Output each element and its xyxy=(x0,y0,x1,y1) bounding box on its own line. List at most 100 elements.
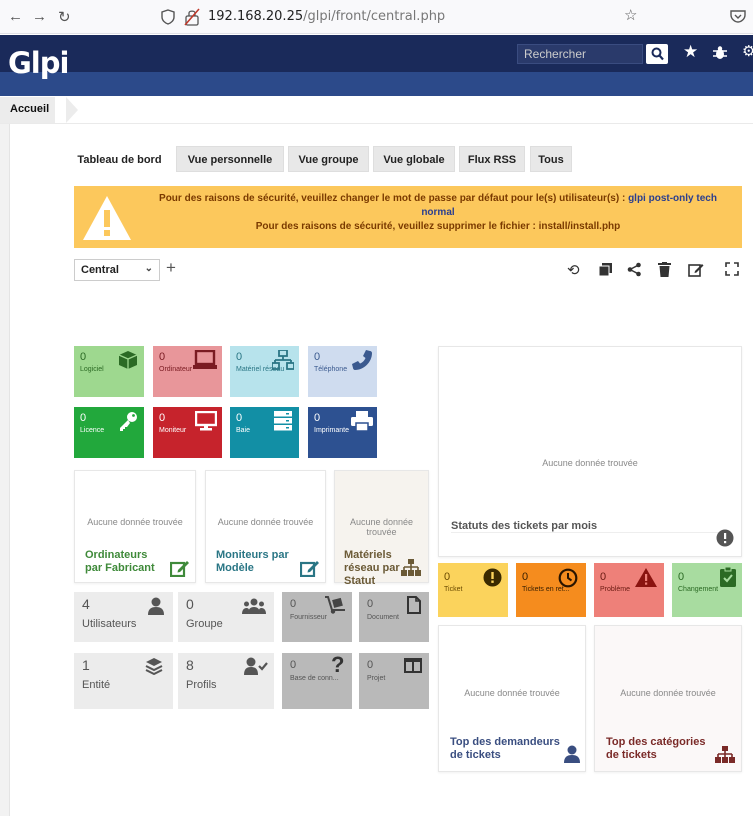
clone-icon[interactable] xyxy=(598,262,613,277)
pocket-icon[interactable] xyxy=(730,9,746,23)
card-value: 0 xyxy=(600,571,607,583)
card-label: Ticket xyxy=(444,586,463,593)
card-moniteur[interactable]: 0 Moniteur xyxy=(153,407,222,458)
card-value: 0 xyxy=(159,351,166,363)
add-dashboard-icon[interactable]: + xyxy=(166,258,176,278)
chart-moniteurs-modele[interactable]: Aucune donnée trouvée Moniteurs par Modè… xyxy=(205,470,326,583)
card-groupe[interactable]: 0 Groupe xyxy=(178,592,274,642)
card-value: 0 xyxy=(159,412,166,424)
card-label: Logiciel xyxy=(80,366,104,373)
star-icon[interactable]: ★ xyxy=(683,42,698,62)
breadcrumb[interactable]: Accueil xyxy=(0,97,56,123)
warning-icon xyxy=(635,568,657,587)
shield-icon xyxy=(161,9,175,25)
card-probleme[interactable]: 0 Problème xyxy=(594,563,664,617)
clock-icon xyxy=(558,568,578,588)
card-label: Téléphone xyxy=(314,366,348,373)
tab-flux-rss[interactable]: Flux RSS xyxy=(459,146,525,172)
security-warning: Pour des raisons de sécurité, veuillez c… xyxy=(74,186,742,248)
card-tickets-en-retard[interactable]: 0 Tickets en ret... xyxy=(516,563,586,617)
card-materiel-reseau[interactable]: 0 Matériel réseau xyxy=(230,346,299,397)
search-input[interactable]: Rechercher xyxy=(517,44,643,64)
breadcrumb-bar: Accueil xyxy=(0,97,753,124)
warning-users-link[interactable]: glpi post-only tech xyxy=(628,193,717,204)
card-telephone[interactable]: 0 Téléphone xyxy=(308,346,377,397)
history-icon[interactable]: ⟲ xyxy=(567,261,580,279)
card-label: Baie xyxy=(236,427,251,434)
card-label: Imprimante xyxy=(314,427,350,434)
card-label: Profils xyxy=(186,679,217,691)
card-imprimante[interactable]: 0 Imprimante xyxy=(308,407,377,458)
tab-vue-personnelle[interactable]: Vue personnelle xyxy=(176,146,284,172)
address-bar[interactable]: 192.168.20.25/glpi/front/central.php ☆ xyxy=(150,4,640,30)
card-utilisateurs[interactable]: 4 Utilisateurs xyxy=(74,592,173,642)
url-text: 192.168.20.25/glpi/front/central.php xyxy=(208,9,445,24)
card-value: 0 xyxy=(236,351,243,363)
forward-icon[interactable]: → xyxy=(32,8,47,25)
insecure-lock-icon xyxy=(184,8,200,26)
chart-top-categories[interactable]: Aucune donnée trouvée Top des catégories… xyxy=(594,625,742,772)
card-licence[interactable]: 0 Licence xyxy=(74,407,144,458)
clipboard-check-icon xyxy=(720,567,736,587)
card-value: 0 xyxy=(522,571,529,583)
layers-icon xyxy=(145,658,163,675)
tab-tableau-de-bord[interactable]: Tableau de bord xyxy=(66,146,173,172)
card-value: 0 xyxy=(290,598,297,610)
no-data-message: Aucune donnée trouvée xyxy=(87,517,183,527)
chart-materiels-reseau-statut[interactable]: Aucune donnée trouvée Matériels réseau p… xyxy=(334,470,429,587)
card-changement[interactable]: 0 Changement xyxy=(672,563,742,617)
bookmark-star-icon[interactable]: ☆ xyxy=(624,6,637,24)
browser-toolbar: ← → ↻ 192.168.20.25/glpi/front/central.p… xyxy=(0,0,753,34)
url-host: 192.168.20.25 xyxy=(208,9,304,24)
card-fournisseur[interactable]: 0 Fournisseur xyxy=(282,592,352,642)
bug-icon[interactable] xyxy=(712,45,728,61)
edit-icon xyxy=(300,561,319,577)
card-value: 0 xyxy=(236,412,243,424)
user-check-icon xyxy=(244,657,268,675)
search-button[interactable] xyxy=(646,44,668,64)
chevron-down-icon: ⌄ xyxy=(144,263,153,274)
tab-vue-groupe[interactable]: Vue groupe xyxy=(288,146,369,172)
dashboard-select[interactable]: Central ⌄ xyxy=(74,259,160,281)
breadcrumb-arrow xyxy=(66,97,78,123)
chart-statuts-tickets-mois[interactable]: Aucune donnée trouvée Statuts des ticket… xyxy=(438,346,742,557)
card-ticket[interactable]: 0 Ticket xyxy=(438,563,508,617)
fullscreen-icon[interactable] xyxy=(725,262,739,276)
dashboard-select-value: Central xyxy=(81,264,119,276)
card-projet[interactable]: 0 Projet xyxy=(359,653,429,709)
card-profils[interactable]: 8 Profils xyxy=(178,653,274,709)
card-baie[interactable]: 0 Baie xyxy=(230,407,299,458)
glpi-header-band xyxy=(0,72,753,96)
glpi-logo[interactable]: Glpi xyxy=(8,46,69,80)
card-value: 8 xyxy=(186,657,194,673)
laptop-icon xyxy=(193,350,217,369)
warning-users-link-2[interactable]: normal xyxy=(421,207,454,218)
card-entite[interactable]: 1 Entité xyxy=(74,653,173,709)
search-icon xyxy=(651,47,664,61)
trash-icon[interactable] xyxy=(658,262,671,277)
card-label: Fournisseur xyxy=(290,614,327,621)
tab-tous[interactable]: Tous xyxy=(530,146,572,172)
settings-icon[interactable]: ⚙ xyxy=(742,42,753,60)
no-data-message: Aucune donnée trouvée xyxy=(542,458,638,468)
card-label: Moniteur xyxy=(159,427,187,434)
user-icon xyxy=(564,745,580,763)
tab-vue-globale[interactable]: Vue globale xyxy=(373,146,455,172)
chart-ordinateurs-fabricant[interactable]: Aucune donnée trouvée Ordinateurs par Fa… xyxy=(74,470,196,583)
warning-line2: Pour des raisons de sécurité, veuillez s… xyxy=(255,221,621,232)
phone-icon xyxy=(352,350,372,370)
no-data-message: Aucune donnée trouvée xyxy=(464,688,560,698)
info-icon xyxy=(716,529,734,547)
card-document[interactable]: 0 Document xyxy=(359,592,429,642)
card-logiciel[interactable]: 0 Logiciel xyxy=(74,346,144,397)
url-path: /glpi/front/central.php xyxy=(303,9,446,24)
card-ordinateur[interactable]: 0 Ordinateur xyxy=(153,346,222,397)
chart-top-demandeurs[interactable]: Aucune donnée trouvée Top des demandeurs… xyxy=(438,625,586,772)
card-base-connaissances[interactable]: 0 Base de conn... ? xyxy=(282,652,352,709)
edit-icon[interactable] xyxy=(688,262,704,277)
glpi-central-page: ← → ↻ 192.168.20.25/glpi/front/central.p… xyxy=(0,0,753,816)
back-icon[interactable]: ← xyxy=(8,8,23,25)
share-icon[interactable] xyxy=(627,262,642,277)
reload-icon[interactable]: ↻ xyxy=(58,8,71,26)
card-value: 0 xyxy=(80,351,87,363)
